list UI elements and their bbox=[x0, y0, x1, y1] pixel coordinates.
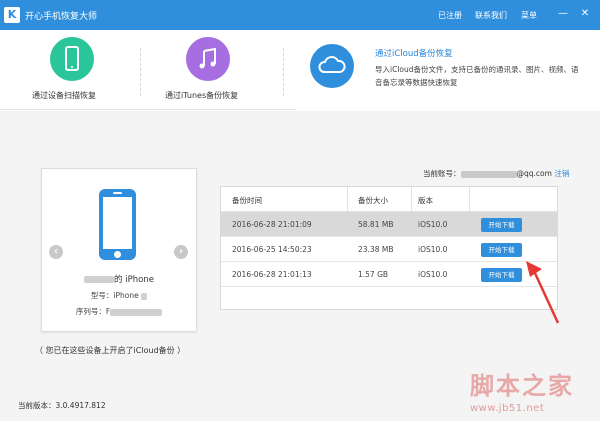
app-title: 开心手机恢复大师 bbox=[25, 12, 98, 22]
app-logo: K bbox=[4, 7, 20, 23]
device-name-suffix: 的 iPhone bbox=[114, 275, 154, 285]
header-backup-size: 备份大小 bbox=[358, 196, 388, 205]
title-bar: K 开心手机恢复大师 已注册 联系我们 菜单 — ✕ bbox=[0, 0, 600, 30]
table-row[interactable]: 2016-06-25 14:50:23 23.38 MB iOS10.0 开始下… bbox=[221, 237, 557, 262]
device-model: 型号：iPhone bbox=[42, 290, 196, 301]
row-size: 1.57 GB bbox=[358, 270, 389, 279]
mode-itunes-backup-label: 通过iTunes备份恢复 bbox=[165, 91, 239, 100]
iphone-icon bbox=[99, 189, 136, 260]
contact-us-link[interactable]: 联系我们 bbox=[475, 10, 507, 21]
mode-divider bbox=[283, 48, 284, 96]
registered-link[interactable]: 已注册 bbox=[438, 10, 462, 21]
minimize-button[interactable]: — bbox=[556, 7, 570, 21]
table-row[interactable]: 2016-06-28 21:01:13 1.57 GB iOS10.0 开始下载 bbox=[221, 262, 557, 287]
device-serial-redacted bbox=[110, 308, 163, 316]
device-serial: 序列号：F bbox=[42, 306, 196, 317]
mode-device-scan-label: 通过设备扫描恢复 bbox=[32, 91, 96, 100]
row-version: iOS10.0 bbox=[418, 245, 448, 254]
start-download-button[interactable]: 开始下载 bbox=[481, 218, 522, 232]
device-name-redacted bbox=[84, 276, 115, 283]
row-time: 2016-06-28 21:01:09 bbox=[232, 220, 312, 229]
account-email-redacted bbox=[460, 170, 517, 178]
device-caption: （ 您已在这些设备上开启了iCloud备份 ） bbox=[35, 346, 186, 355]
mode-icloud-description: 导入iCloud备份文件，支持已备份的通讯录、图片、视频、语音备忘录等数据快速恢… bbox=[375, 65, 579, 87]
account-label: 当前账号： bbox=[423, 169, 461, 178]
device-serial-label: 序列号：F bbox=[75, 307, 111, 316]
device-model-label: 型号：iPhone bbox=[90, 291, 139, 300]
table-header: 备份时间 备份大小 版本 bbox=[221, 187, 557, 212]
logout-link[interactable]: 注销 bbox=[554, 169, 569, 178]
cloud-icon bbox=[318, 56, 346, 73]
menu-button[interactable]: 菜单 bbox=[521, 10, 537, 21]
backup-table: 备份时间 备份大小 版本 2016-06-28 21:01:09 58.81 M… bbox=[220, 186, 558, 310]
main-content: 当前账号： @qq.com 注销 ‹ › 的 iPhone 型号：iPhone 序… bbox=[0, 111, 600, 421]
watermark-url: www.jb51.net bbox=[470, 403, 545, 414]
next-device-button[interactable]: › bbox=[174, 245, 188, 259]
start-download-button[interactable]: 开始下载 bbox=[481, 268, 522, 282]
current-account: 当前账号： @qq.com 注销 bbox=[423, 168, 569, 179]
phone-icon-circle bbox=[50, 37, 94, 81]
mode-toolbar: 通过设备扫描恢复 通过iTunes备份恢复 通过iCloud备份恢复 导入iCl… bbox=[0, 30, 600, 110]
row-time: 2016-06-28 21:01:13 bbox=[232, 270, 312, 279]
row-version: iOS10.0 bbox=[418, 220, 448, 229]
music-icon-circle bbox=[186, 37, 230, 81]
watermark: 脚本之家 www.jb51.net bbox=[470, 366, 574, 414]
close-button[interactable]: ✕ bbox=[578, 7, 592, 21]
mode-icloud-backup-label: 通过iCloud备份恢复 bbox=[375, 49, 453, 59]
start-download-button[interactable]: 开始下载 bbox=[481, 243, 522, 257]
mode-itunes-backup[interactable]: 通过iTunes备份恢复 bbox=[155, 30, 275, 110]
watermark-text: 脚本之家 bbox=[470, 371, 574, 400]
header-backup-time: 备份时间 bbox=[232, 196, 262, 205]
row-version: iOS10.0 bbox=[418, 270, 448, 279]
prev-device-button[interactable]: ‹ bbox=[49, 245, 63, 259]
cloud-icon-circle bbox=[310, 44, 354, 88]
device-model-redacted bbox=[141, 292, 148, 300]
row-size: 23.38 MB bbox=[358, 245, 394, 254]
row-time: 2016-06-25 14:50:23 bbox=[232, 245, 312, 254]
account-email-suffix: @qq.com bbox=[516, 169, 552, 178]
table-row[interactable]: 2016-06-28 21:01:09 58.81 MB iOS10.0 开始下… bbox=[221, 212, 557, 237]
annotation-arrow bbox=[526, 261, 560, 324]
row-size: 58.81 MB bbox=[358, 220, 394, 229]
phone-icon bbox=[65, 46, 79, 71]
app-version: 当前版本：3.0.4917.812 bbox=[18, 401, 106, 410]
device-name: 的 iPhone bbox=[42, 273, 196, 285]
device-card: ‹ › 的 iPhone 型号：iPhone 序列号：F bbox=[41, 168, 197, 332]
mode-device-scan[interactable]: 通过设备扫描恢复 bbox=[20, 30, 140, 110]
music-note-icon bbox=[199, 47, 216, 69]
mode-divider bbox=[140, 48, 141, 96]
header-version: 版本 bbox=[418, 196, 433, 205]
